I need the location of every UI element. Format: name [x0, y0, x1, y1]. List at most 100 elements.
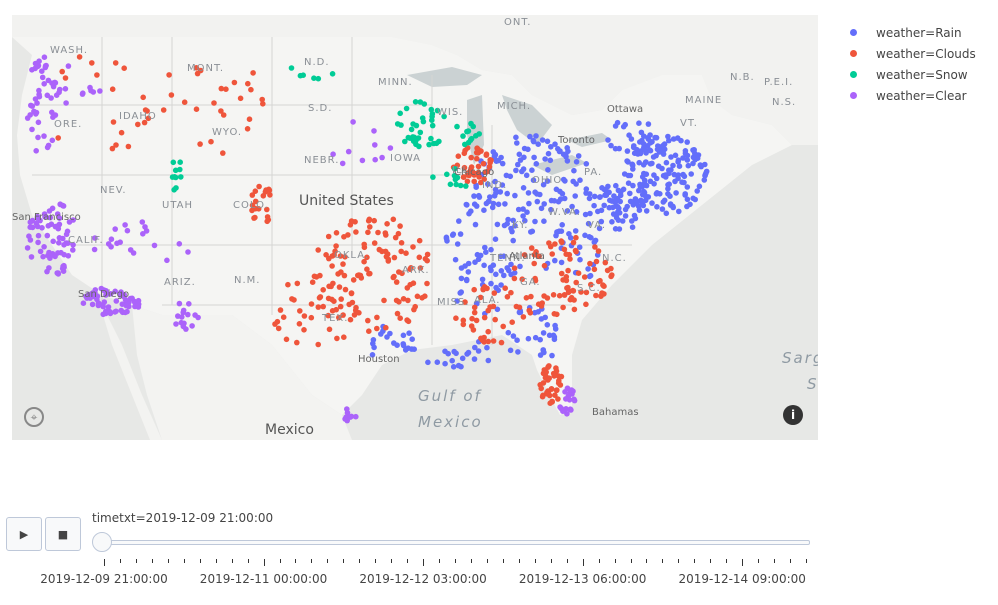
map-view[interactable]: United States Mexico WASH. MONT. N.D. MINN. O… — [12, 15, 818, 440]
weather-point-rain — [544, 322, 551, 328]
weather-point-clouds — [338, 269, 344, 275]
weather-point-clouds — [252, 214, 258, 221]
weather-point-snow — [178, 174, 184, 180]
weather-point-clouds — [326, 283, 332, 290]
city-label: Chicago — [454, 167, 495, 178]
weather-point-clear — [176, 300, 183, 307]
weather-point-clouds — [575, 270, 582, 276]
weather-point-clouds — [109, 86, 116, 92]
weather-point-clouds — [553, 365, 559, 371]
state-label: CALIF. — [68, 235, 104, 246]
slider-handle[interactable] — [92, 532, 112, 552]
weather-point-rain — [692, 196, 698, 203]
weather-point-clouds — [500, 323, 507, 330]
city-label: Houston — [358, 354, 400, 365]
weather-point-clouds — [382, 230, 389, 236]
city-label: San Francisco — [12, 212, 81, 223]
weather-point-clouds — [374, 325, 380, 332]
weather-point-clear — [79, 91, 86, 97]
compass-icon[interactable]: ⌖ — [24, 407, 44, 427]
weather-point-rain — [534, 191, 540, 197]
weather-point-clouds — [125, 143, 132, 150]
weather-point-clouds — [301, 327, 307, 333]
weather-point-rain — [545, 150, 552, 157]
weather-point-rain — [603, 188, 610, 194]
weather-point-clouds — [341, 234, 347, 240]
weather-point-clouds — [570, 288, 577, 294]
weather-point-clouds — [371, 240, 378, 246]
weather-point-rain — [674, 135, 681, 141]
slider-tick — [598, 559, 600, 563]
weather-point-rain — [473, 203, 480, 209]
weather-point-rain — [370, 340, 376, 347]
weather-point-rain — [442, 360, 448, 367]
weather-point-clear — [49, 137, 56, 144]
weather-point-clouds — [223, 86, 229, 92]
state-label: PA. — [584, 167, 603, 178]
weather-point-rain — [463, 277, 470, 284]
weather-point-clear — [164, 257, 170, 264]
weather-point-rain — [639, 137, 645, 144]
weather-point-snow — [311, 75, 317, 81]
weather-point-rain — [692, 150, 698, 157]
weather-point-clear — [61, 242, 67, 248]
info-icon[interactable]: i — [783, 405, 803, 425]
weather-point-clear — [55, 250, 61, 256]
slider-tick — [758, 559, 760, 563]
weather-point-rain — [472, 344, 478, 351]
weather-point-clouds — [400, 296, 407, 302]
weather-point-rain — [659, 165, 665, 172]
weather-point-rain — [458, 265, 465, 271]
country-label: Mexico — [265, 422, 314, 438]
weather-point-clouds — [416, 254, 423, 261]
slider-tick — [247, 559, 249, 563]
legend-marker — [850, 50, 857, 57]
weather-point-rain — [387, 330, 393, 337]
weather-point-clouds — [558, 373, 565, 380]
weather-point-clouds — [245, 80, 251, 87]
slider-tick — [518, 559, 520, 563]
weather-point-rain — [676, 208, 682, 215]
weather-point-clear — [60, 235, 66, 242]
weather-point-clear — [173, 321, 179, 327]
weather-point-rain — [654, 146, 661, 153]
slider-tick — [231, 559, 233, 563]
weather-point-snow — [415, 135, 422, 141]
weather-point-rain — [540, 330, 547, 336]
weather-point-clouds — [471, 286, 478, 293]
weather-point-rain — [483, 249, 489, 255]
weather-point-clear — [339, 160, 346, 167]
weather-point-clouds — [256, 183, 262, 190]
weather-point-clouds — [571, 306, 578, 313]
slider-tick-label[interactable]: 2019-12-11 00:00:00 — [200, 572, 327, 586]
weather-point-snow — [470, 123, 477, 130]
weather-point-rain — [483, 200, 490, 207]
weather-point-snow — [464, 128, 470, 135]
weather-point-clouds — [383, 324, 389, 331]
legend-item[interactable]: weather=Clear — [850, 85, 976, 106]
water-label: Gulf of — [418, 387, 482, 405]
weather-point-clear — [189, 323, 195, 329]
weather-point-rain — [495, 201, 502, 208]
weather-point-rain — [487, 194, 493, 200]
slider-track[interactable] — [94, 540, 810, 545]
play-button[interactable]: ▶ — [6, 517, 42, 551]
weather-point-rain — [643, 182, 650, 189]
slider-tick-label[interactable]: 2019-12-14 09:00:00 — [678, 572, 805, 586]
weather-point-clouds — [412, 303, 419, 310]
legend-item[interactable]: weather=Rain — [850, 22, 976, 43]
slider-tick — [119, 559, 121, 563]
slider-tick-label[interactable]: 2019-12-13 06:00:00 — [519, 572, 646, 586]
stop-button[interactable]: ■ — [45, 517, 81, 551]
weather-point-clouds — [347, 316, 354, 323]
weather-point-rain — [649, 200, 655, 206]
weather-point-rain — [571, 167, 577, 174]
slider-tick — [135, 559, 137, 563]
legend-item[interactable]: weather=Clouds — [850, 43, 976, 64]
legend-marker — [850, 29, 857, 36]
weather-point-rain — [405, 345, 412, 352]
slider-tick-label[interactable]: 2019-12-12 03:00:00 — [359, 572, 486, 586]
legend-item[interactable]: weather=Snow — [850, 64, 976, 85]
slider-tick-label[interactable]: 2019-12-09 21:00:00 — [40, 572, 167, 586]
weather-point-clouds — [329, 296, 335, 303]
